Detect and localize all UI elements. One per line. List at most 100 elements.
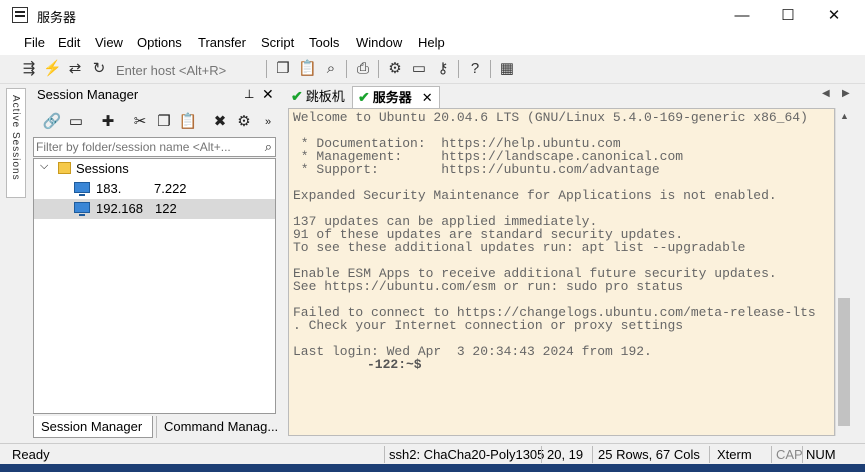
active-sessions-label: Active Sessions — [10, 95, 21, 181]
status-separator — [592, 446, 593, 463]
link-icon[interactable]: 🔗 — [42, 112, 62, 132]
new-window-icon[interactable]: ▭ — [66, 112, 86, 132]
menu-help[interactable]: Help — [418, 35, 445, 50]
terminal-output[interactable]: Welcome to Ubuntu 20.04.6 LTS (GNU/Linux… — [288, 108, 835, 436]
menu-window[interactable]: Window — [356, 35, 402, 50]
help-icon[interactable]: ? — [466, 60, 484, 78]
panel-bottom-tabs: Session Manager Command Manag... — [32, 416, 278, 440]
add-session-icon[interactable]: ✚ — [98, 112, 118, 132]
keygen-icon[interactable]: ⚷ — [434, 60, 452, 78]
menu-transfer[interactable]: Transfer — [198, 35, 246, 50]
panel-title: Session Manager — [37, 87, 139, 102]
menu-bar: File Edit View Options Transfer Script T… — [0, 31, 865, 55]
terminal-line: See https://ubuntu.com/esm or run: sudo … — [293, 279, 684, 294]
print-icon[interactable]: ⎙ — [354, 60, 372, 78]
menu-edit[interactable]: Edit — [58, 35, 80, 50]
status-size: 25 Rows, 67 Cols — [598, 447, 700, 462]
copy-session-icon[interactable]: ❐ — [154, 112, 174, 132]
close-button[interactable]: ✕ — [811, 0, 857, 31]
tab-jump-host[interactable]: ✔ 跳板机 — [286, 86, 350, 108]
search-icon[interactable]: ⌕ — [265, 139, 272, 155]
taskbar — [0, 464, 865, 472]
session-label: 192.168 — [96, 201, 143, 216]
connect-icon[interactable]: ⇶ — [20, 60, 38, 78]
tab-command-manager[interactable]: Command Manag... — [156, 416, 278, 438]
keymap-icon[interactable]: ▭ — [410, 60, 428, 78]
cut-icon[interactable]: ✂ — [130, 112, 150, 132]
copy-icon[interactable]: ❐ — [274, 60, 292, 78]
title-bar: 服务器 — ☐ ✕ — [0, 0, 865, 31]
maximize-button[interactable]: ☐ — [765, 0, 811, 31]
terminal-line: Expanded Security Maintenance for Applic… — [293, 188, 777, 203]
reconnect-icon[interactable]: ↻ — [90, 60, 108, 78]
main-toolbar: ⇶ ⚡ ⇄ ↻ ❐ 📋 ⌕ ⎙ ⚙ ▭ ⚷ ? ▦ — [0, 55, 865, 84]
find-icon[interactable]: ⌕ — [322, 60, 340, 78]
more-icon[interactable]: » — [258, 112, 278, 132]
tab-scroll-right-icon[interactable]: ▶ — [842, 88, 850, 99]
status-separator — [802, 446, 803, 463]
terminal-prompt: -122:~$ — [367, 357, 422, 372]
paste-session-icon[interactable]: 📋 — [178, 112, 198, 132]
quick-connect-icon[interactable]: ⚡ — [43, 60, 62, 78]
session-filter[interactable]: ⌕ — [33, 137, 276, 157]
tab-label: 跳板机 — [305, 89, 345, 104]
status-separator — [541, 446, 542, 463]
tab-session-manager[interactable]: Session Manager — [33, 416, 153, 438]
menu-tools[interactable]: Tools — [309, 35, 339, 50]
settings-icon[interactable]: ⚙ — [386, 60, 404, 78]
status-ready: Ready — [12, 447, 50, 462]
session-toolbar: 🔗 ▭ ✚ ✂ ❐ 📋 ✖ ⚙ » — [32, 110, 278, 134]
connected-check-icon: ✔ — [291, 88, 303, 104]
tab-scroll-left-icon[interactable]: ◀ — [822, 88, 830, 99]
menu-file[interactable]: File — [24, 35, 45, 50]
session-monitor-icon — [74, 202, 90, 216]
chevron-down-icon[interactable]: ⌵ — [40, 160, 48, 173]
app-icon — [12, 7, 28, 23]
securecrt-window: 服务器 — ☐ ✕ File Edit View Options Transfe… — [0, 0, 865, 465]
toolbar-separator — [458, 60, 459, 78]
tab-label: 服务器 — [372, 90, 412, 105]
panel-close-icon[interactable]: ✕ — [262, 86, 274, 103]
panel-header: Session Manager ⊥ ✕ — [32, 84, 278, 106]
folder-icon — [58, 162, 71, 174]
scrollbar-thumb[interactable] — [838, 298, 850, 426]
active-sessions-tab[interactable]: Active Sessions — [6, 88, 26, 198]
terminal-scrollbar[interactable]: ▲ — [835, 108, 852, 436]
host-input[interactable] — [114, 59, 266, 81]
toolbar-separator — [266, 60, 267, 78]
session-monitor-icon — [74, 182, 90, 196]
connect-tab-icon[interactable]: ⇄ — [66, 60, 84, 78]
menu-script[interactable]: Script — [261, 35, 294, 50]
tab-close-icon[interactable]: ✕ — [422, 90, 433, 105]
terminal-line: To see these additional updates run: apt… — [293, 240, 746, 255]
session-tree: ⌵ Sessions 183. 7.222 192.168 122 — [33, 158, 276, 414]
session-tabs: ✔ 跳板机 ✔ 服务器 ✕ ◀ ▶ — [286, 84, 861, 108]
delete-icon[interactable]: ✖ — [210, 112, 230, 132]
status-num: NUM — [806, 447, 836, 462]
window-title: 服务器 — [37, 10, 77, 25]
toolbar-separator — [490, 60, 491, 78]
status-separator — [771, 446, 772, 463]
menu-view[interactable]: View — [95, 35, 123, 50]
sftp-icon[interactable]: ▦ — [498, 60, 516, 78]
session-filter-input[interactable] — [36, 139, 254, 155]
status-separator — [384, 446, 385, 463]
connected-check-icon: ✔ — [358, 89, 370, 105]
session-label-suffix: 7.222 — [154, 181, 187, 196]
status-cipher: ssh2: ChaCha20-Poly1305 — [389, 447, 545, 462]
paste-icon[interactable]: 📋 — [298, 60, 317, 78]
status-bar: Ready ssh2: ChaCha20-Poly1305 20, 19 25 … — [0, 443, 865, 465]
toolbar-separator — [346, 60, 347, 78]
properties-icon[interactable]: ⚙ — [234, 112, 254, 132]
pin-icon[interactable]: ⊥ — [244, 87, 254, 101]
tab-server[interactable]: ✔ 服务器 ✕ — [352, 86, 440, 108]
terminal-line: . Check your Internet connection or prox… — [293, 318, 684, 333]
scroll-up-icon[interactable]: ▲ — [840, 111, 849, 121]
tree-folder-sessions[interactable]: ⌵ Sessions — [34, 159, 275, 179]
minimize-button[interactable]: — — [719, 0, 765, 31]
terminal-line: Welcome to Ubuntu 20.04.6 LTS (GNU/Linux… — [293, 110, 808, 125]
menu-options[interactable]: Options — [137, 35, 182, 50]
status-cap: CAP — [776, 447, 803, 462]
tree-session[interactable]: 183. 7.222 — [34, 179, 275, 199]
tree-session-selected[interactable]: 192.168 122 — [34, 199, 275, 219]
